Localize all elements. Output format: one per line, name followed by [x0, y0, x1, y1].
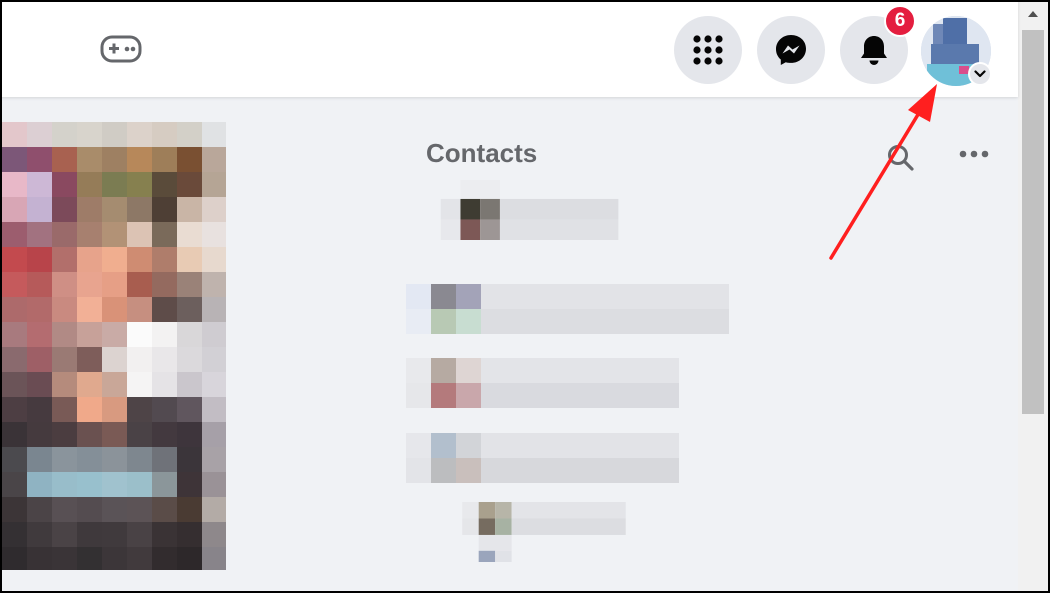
top-navigation-bar: 6: [0, 0, 1018, 97]
grid-menu-icon: [693, 35, 723, 65]
chevron-down-icon: [974, 70, 986, 78]
search-icon[interactable]: [886, 143, 916, 173]
contact-list-item[interactable]: [406, 180, 736, 240]
story-thumbnail[interactable]: [2, 122, 226, 570]
account-menu-chevron[interactable]: [968, 62, 992, 86]
page-scrollbar[interactable]: [1018, 0, 1048, 593]
messenger-button[interactable]: [757, 16, 825, 84]
game-controller-icon[interactable]: [100, 34, 142, 64]
menu-button[interactable]: [674, 16, 742, 84]
contacts-heading: Contacts: [426, 138, 538, 168]
scrollbar-thumb[interactable]: [1022, 30, 1044, 414]
more-options-icon[interactable]: [958, 146, 990, 162]
contact-list-item[interactable]: [406, 279, 736, 339]
contact-list-item[interactable]: [406, 428, 736, 488]
scroll-up-arrow-icon[interactable]: [1027, 10, 1039, 18]
messenger-icon: [776, 35, 806, 65]
notification-badge: 6: [884, 5, 916, 37]
contact-list-item[interactable]: [406, 502, 736, 562]
contact-list-item[interactable]: [406, 353, 736, 413]
bell-icon: [861, 36, 887, 65]
